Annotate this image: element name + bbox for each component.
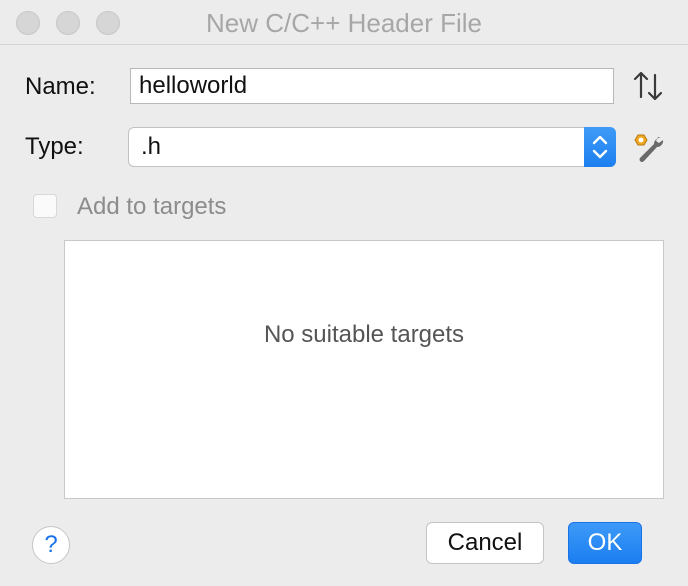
sort-order-icon[interactable] [630, 68, 666, 104]
name-label: Name: [25, 73, 96, 100]
dialog-window: New C/C++ Header File Name: Type: .h Add… [0, 0, 688, 586]
type-select[interactable]: .h [128, 127, 616, 167]
targets-list-panel: No suitable targets [64, 240, 664, 499]
name-field[interactable] [130, 68, 614, 104]
add-to-targets-label: Add to targets [77, 193, 227, 220]
add-to-targets-checkbox[interactable] [33, 194, 57, 218]
wrench-settings-icon[interactable] [630, 129, 666, 165]
empty-targets-message: No suitable targets [263, 321, 465, 348]
title-bar: New C/C++ Header File [0, 0, 688, 45]
chevron-up-down-icon[interactable] [584, 127, 616, 167]
ok-button[interactable]: OK [568, 522, 642, 564]
type-selected-value: .h [141, 133, 162, 160]
cancel-button[interactable]: Cancel [426, 522, 544, 564]
type-label: Type: [25, 133, 84, 160]
help-button[interactable]: ? [32, 526, 70, 564]
window-title: New C/C++ Header File [206, 8, 482, 38]
